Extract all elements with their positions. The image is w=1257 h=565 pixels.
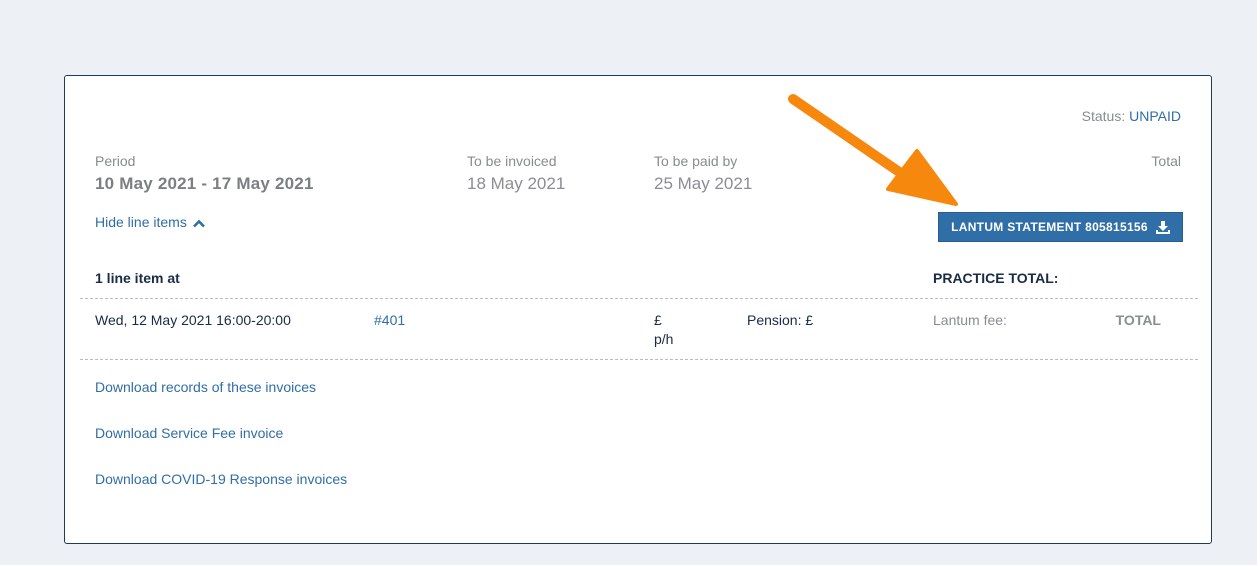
to-be-invoiced-label: To be invoiced [467, 153, 557, 169]
period-value: 10 May 2021 - 17 May 2021 [95, 174, 314, 193]
divider-bottom [80, 359, 1198, 360]
chevron-up-icon [192, 219, 205, 228]
rate-unit: p/h [654, 331, 674, 347]
divider-top [80, 298, 1198, 299]
lantum-statement-download-button[interactable]: LANTUM STATEMENT 805815156 [938, 212, 1183, 242]
line-total-label: TOTAL [1115, 312, 1161, 328]
download-records-link[interactable]: Download records of these invoices [95, 379, 316, 395]
line-item-date: Wed, 12 May 2021 16:00-20:00 [95, 312, 291, 328]
download-covid-link[interactable]: Download COVID-19 Response invoices [95, 471, 347, 487]
hide-line-items-toggle[interactable]: Hide line items [95, 214, 205, 230]
download-service-fee-link[interactable]: Download Service Fee invoice [95, 425, 283, 441]
to-be-invoiced-value: 18 May 2021 [467, 174, 566, 193]
practice-total-label: PRACTICE TOTAL: [933, 270, 1059, 286]
period-label: Period [95, 153, 136, 169]
total-label: Total [1151, 153, 1181, 169]
line-items-count: 1 line item at [95, 270, 180, 286]
download-icon [1155, 220, 1170, 234]
status-value: UNPAID [1129, 108, 1181, 124]
to-be-paid-value: 25 May 2021 [654, 174, 753, 193]
to-be-paid-label: To be paid by [654, 153, 738, 169]
pension-label: Pension: £ [747, 312, 814, 328]
line-item-ref-link[interactable]: #401 [374, 312, 405, 328]
status-row: Status: UNPAID [1082, 108, 1181, 124]
rate-currency: £ [654, 312, 662, 328]
statement-button-label: LANTUM STATEMENT 805815156 [951, 220, 1148, 234]
invoice-card: Status: UNPAID Period 10 May 2021 - 17 M… [64, 75, 1212, 544]
lantum-fee-label: Lantum fee: [933, 312, 1007, 328]
status-label: Status: [1081, 108, 1126, 124]
hide-line-items-label: Hide line items [95, 214, 187, 230]
